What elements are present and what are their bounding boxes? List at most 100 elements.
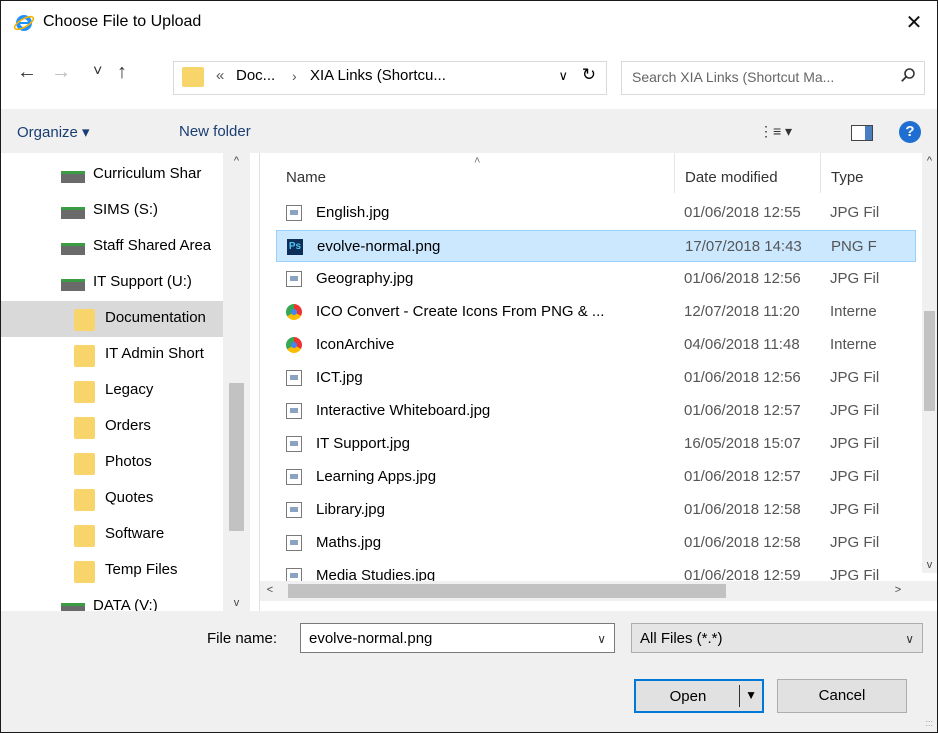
- horizontal-scroll-thumb[interactable]: [288, 584, 726, 598]
- scroll-left-icon[interactable]: <: [260, 584, 280, 596]
- tree-item[interactable]: Quotes: [1, 481, 223, 517]
- scroll-up-icon[interactable]: ^: [223, 155, 250, 167]
- file-date-modified: 04/06/2018 11:48: [684, 336, 800, 353]
- tree-item[interactable]: Temp Files: [1, 553, 223, 589]
- scroll-down-icon[interactable]: v: [922, 559, 937, 571]
- tree-item[interactable]: Curriculum Shar: [1, 157, 223, 193]
- new-folder-button[interactable]: New folder: [179, 123, 251, 140]
- file-row[interactable]: English.jpg 01/06/2018 12:55 JPG Fil: [276, 197, 916, 229]
- navigation-tree: Curriculum Shar SIMS (S:) Staff Shared Are…: [1, 153, 260, 611]
- file-row[interactable]: Interactive Whiteboard.jpg 01/06/2018 12:…: [276, 395, 916, 427]
- file-row[interactable]: ICO Convert - Create Icons From PNG & ..…: [276, 296, 916, 328]
- file-date-modified: 01/06/2018 12:58: [684, 534, 801, 551]
- address-bar[interactable]: « Doc... › XIA Links (Shortcu... ∨ ↻: [173, 61, 607, 95]
- back-arrow-icon[interactable]: ←: [17, 61, 37, 84]
- file-date-modified: 01/06/2018 12:55: [684, 204, 801, 221]
- file-date-modified: 01/06/2018 12:56: [684, 369, 801, 386]
- open-button-label: Open: [669, 688, 707, 705]
- tree-item[interactable]: IT Support (U:): [1, 265, 223, 301]
- column-header-type[interactable]: Type: [831, 169, 864, 186]
- photoshop-file-icon: Ps: [287, 239, 303, 255]
- tree-item-label: Photos: [105, 453, 152, 470]
- file-list-vertical-scrollbar[interactable]: ^ v: [922, 153, 937, 573]
- file-type-dropdown-icon[interactable]: ∨: [905, 632, 914, 646]
- file-type-value[interactable]: All Files (*.*): [640, 630, 723, 647]
- file-name: Interactive Whiteboard.jpg: [316, 402, 491, 419]
- file-name-dropdown-icon[interactable]: ∨: [597, 632, 606, 646]
- file-row[interactable]: Geography.jpg 01/06/2018 12:56 JPG Fil: [276, 263, 916, 295]
- breadcrumb-documentation[interactable]: Doc...: [236, 67, 275, 84]
- tree-item[interactable]: Staff Shared Area: [1, 229, 223, 265]
- column-separator[interactable]: [674, 153, 675, 193]
- tree-scrollbar[interactable]: ^ v: [223, 153, 250, 611]
- folder-icon: [74, 489, 95, 511]
- search-input[interactable]: Search XIA Links (Shortcut Ma...: [632, 69, 834, 85]
- tree-item[interactable]: Orders: [1, 409, 223, 445]
- file-list-horizontal-scrollbar[interactable]: < >: [260, 581, 937, 601]
- file-row[interactable]: Library.jpg 01/06/2018 12:58 JPG Fil: [276, 494, 916, 526]
- refresh-icon[interactable]: ↻: [582, 65, 596, 85]
- tree-item-label: SIMS (S:): [93, 201, 159, 218]
- preview-pane-icon[interactable]: [851, 125, 873, 141]
- open-options-arrow-icon[interactable]: ▼: [745, 688, 757, 702]
- network-drive-icon: [61, 207, 85, 219]
- file-row[interactable]: Maths.jpg 01/06/2018 12:58 JPG Fil: [276, 527, 916, 559]
- file-name: ICT.jpg: [316, 369, 363, 386]
- tree-item[interactable]: IT Admin Short: [1, 337, 223, 373]
- folder-icon: [74, 561, 95, 583]
- vertical-scroll-thumb[interactable]: [924, 311, 935, 411]
- scroll-up-icon[interactable]: ^: [922, 155, 937, 167]
- up-arrow-icon[interactable]: ↑: [117, 61, 127, 84]
- tree-item[interactable]: DATA (V:): [1, 589, 223, 611]
- scroll-down-icon[interactable]: v: [223, 597, 250, 609]
- tree-scroll-thumb[interactable]: [229, 383, 244, 531]
- recent-locations-icon[interactable]: ˅: [93, 63, 102, 81]
- navigation-bar: ← → ˅ ↑ « Doc... › XIA Links (Shortcu...…: [1, 45, 937, 109]
- file-name-input[interactable]: evolve-normal.png ∨: [300, 623, 615, 653]
- close-button[interactable]: ✕: [891, 1, 937, 45]
- address-dropdown-icon[interactable]: ∨: [558, 68, 568, 84]
- folder-icon: [74, 381, 95, 403]
- tree-item[interactable]: Documentation: [1, 301, 223, 337]
- search-box[interactable]: Search XIA Links (Shortcut Ma...: [621, 61, 925, 95]
- file-type-filter[interactable]: All Files (*.*) ∨: [631, 623, 923, 653]
- forward-arrow-icon[interactable]: →: [51, 61, 71, 84]
- image-file-icon: [286, 535, 302, 551]
- column-header-name[interactable]: Name: [286, 169, 326, 186]
- file-row[interactable]: Ps evolve-normal.png 17/07/2018 14:43 PNG F: [276, 230, 916, 262]
- cancel-button[interactable]: Cancel: [777, 679, 907, 713]
- file-row[interactable]: IconArchive 04/06/2018 11:48 Interne: [276, 329, 916, 361]
- tree-item-label: DATA (V:): [93, 597, 158, 611]
- tree-item-label: Orders: [105, 417, 151, 434]
- column-separator[interactable]: [820, 153, 821, 193]
- view-options-icon[interactable]: ⋮≡ ▾: [759, 123, 792, 140]
- tree-item[interactable]: Photos: [1, 445, 223, 481]
- search-icon[interactable]: [900, 67, 916, 83]
- image-file-icon: [286, 271, 302, 287]
- tree-item[interactable]: Software: [1, 517, 223, 553]
- file-date-modified: 16/05/2018 15:07: [684, 435, 801, 452]
- file-date-modified: 01/06/2018 12:57: [684, 468, 801, 485]
- address-overflow[interactable]: «: [216, 67, 224, 84]
- file-row[interactable]: Learning Apps.jpg 01/06/2018 12:57 JPG Fil: [276, 461, 916, 493]
- file-type: Interne: [830, 336, 877, 353]
- tree-item-label: Documentation: [105, 309, 206, 326]
- breadcrumb-xia-links[interactable]: XIA Links (Shortcu...: [310, 67, 446, 84]
- tree-item-label: Software: [105, 525, 165, 542]
- scroll-right-icon[interactable]: >: [888, 584, 908, 596]
- file-name: Geography.jpg: [316, 270, 414, 287]
- folder-icon: [74, 525, 95, 547]
- file-name-value[interactable]: evolve-normal.png: [309, 630, 432, 647]
- column-header-date[interactable]: Date modified: [685, 169, 778, 186]
- resize-grip-icon[interactable]: :::: [925, 718, 933, 728]
- tree-item[interactable]: SIMS (S:): [1, 193, 223, 229]
- organize-button[interactable]: Organize ▾: [17, 123, 90, 141]
- file-name: ICO Convert - Create Icons From PNG & ..…: [316, 303, 605, 320]
- folder-icon: [74, 309, 95, 331]
- tree-item[interactable]: Legacy: [1, 373, 223, 409]
- file-row[interactable]: IT Support.jpg 16/05/2018 15:07 JPG Fil: [276, 428, 916, 460]
- file-row[interactable]: ICT.jpg 01/06/2018 12:56 JPG Fil: [276, 362, 916, 394]
- folder-icon: [74, 417, 95, 439]
- open-button[interactable]: Open ▼: [634, 679, 764, 713]
- help-icon[interactable]: ?: [899, 121, 921, 143]
